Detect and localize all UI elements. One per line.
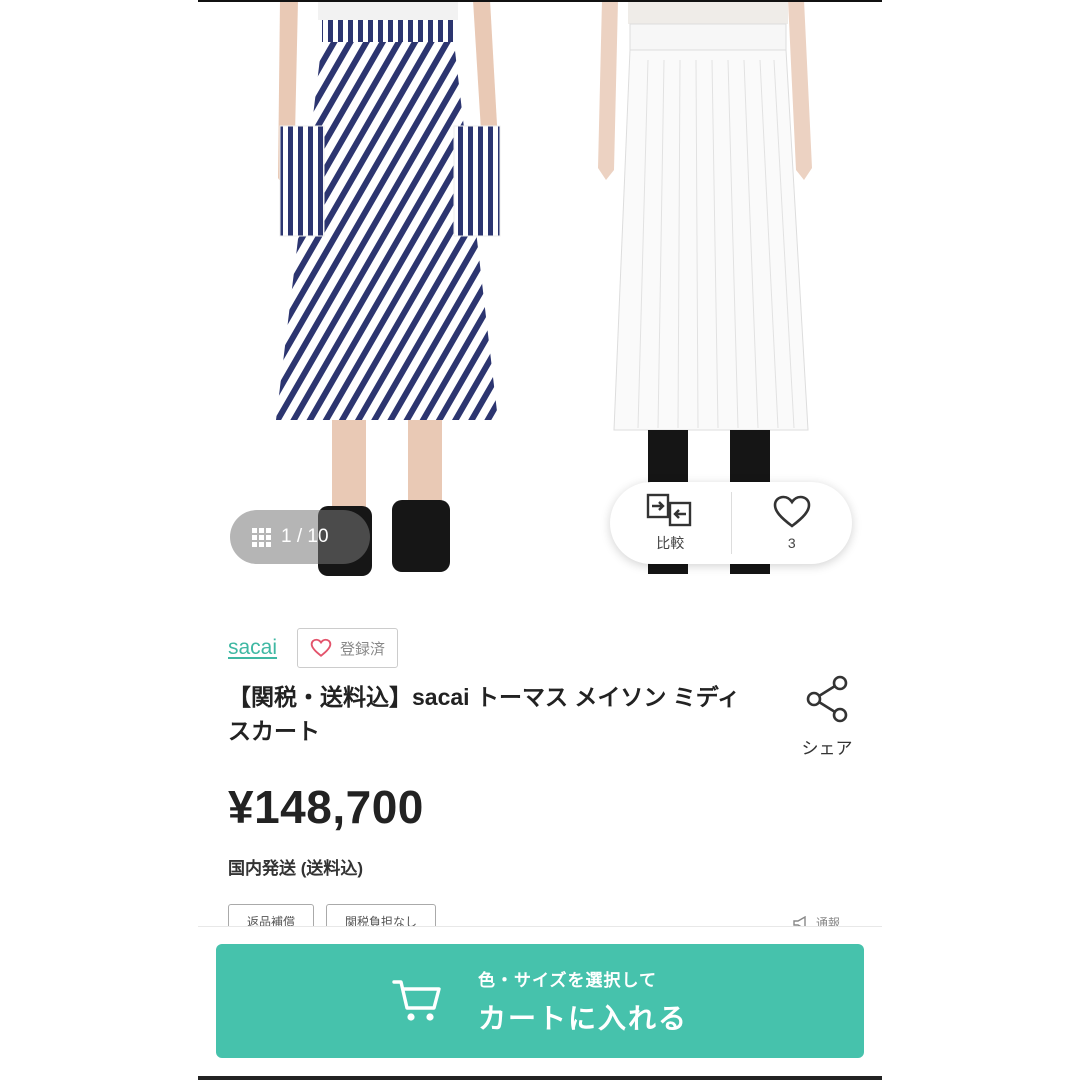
- compare-favorite-pill: 比較 3: [610, 482, 852, 564]
- favorite-button[interactable]: 3: [732, 482, 853, 564]
- product-title: 【関税・送料込】sacai トーマス メイソン ミディ スカート: [228, 684, 741, 744]
- share-button[interactable]: シェア: [792, 674, 862, 759]
- compare-label: 比較: [656, 535, 685, 551]
- share-label: シェア: [801, 739, 853, 758]
- brand-row: sacai 登録済: [228, 628, 399, 668]
- image-counter-label: 1 / 10: [281, 526, 329, 547]
- image-counter[interactable]: 1 / 10: [230, 510, 370, 564]
- product-page: 1 / 10 比較 3 sacai 登録済 【関税・送料込】sacai トーマス…: [198, 0, 882, 1080]
- registered-brand-button[interactable]: 登録済: [297, 628, 399, 668]
- cart-icon: [392, 980, 441, 1021]
- compare-button[interactable]: 比較: [610, 482, 731, 564]
- striped-skirt-image: [276, 0, 501, 576]
- heart-outline-icon: [310, 638, 332, 657]
- compare-icon: [647, 493, 692, 527]
- brand-link[interactable]: sacai: [228, 636, 277, 660]
- add-to-cart-button[interactable]: 色・サイズを選択して カートに入れる: [216, 944, 864, 1058]
- cart-sub-label: 色・サイズを選択して: [477, 970, 657, 990]
- registered-label: 登録済: [340, 640, 386, 658]
- shipping-info: 国内発送 (送料込): [228, 859, 364, 878]
- favorite-count: 3: [787, 535, 796, 551]
- cart-main-label: カートに入れる: [477, 1002, 688, 1034]
- share-icon: [806, 675, 848, 723]
- grid-icon: [252, 527, 271, 547]
- heart-icon: [773, 495, 811, 528]
- bottom-edge: [198, 1076, 882, 1080]
- cart-text: 色・サイズを選択して カートに入れる: [478, 966, 688, 1037]
- top-edge: [198, 0, 882, 2]
- product-gallery[interactable]: 1 / 10 比較 3: [198, 0, 882, 596]
- product-price: ¥148,700: [228, 781, 424, 833]
